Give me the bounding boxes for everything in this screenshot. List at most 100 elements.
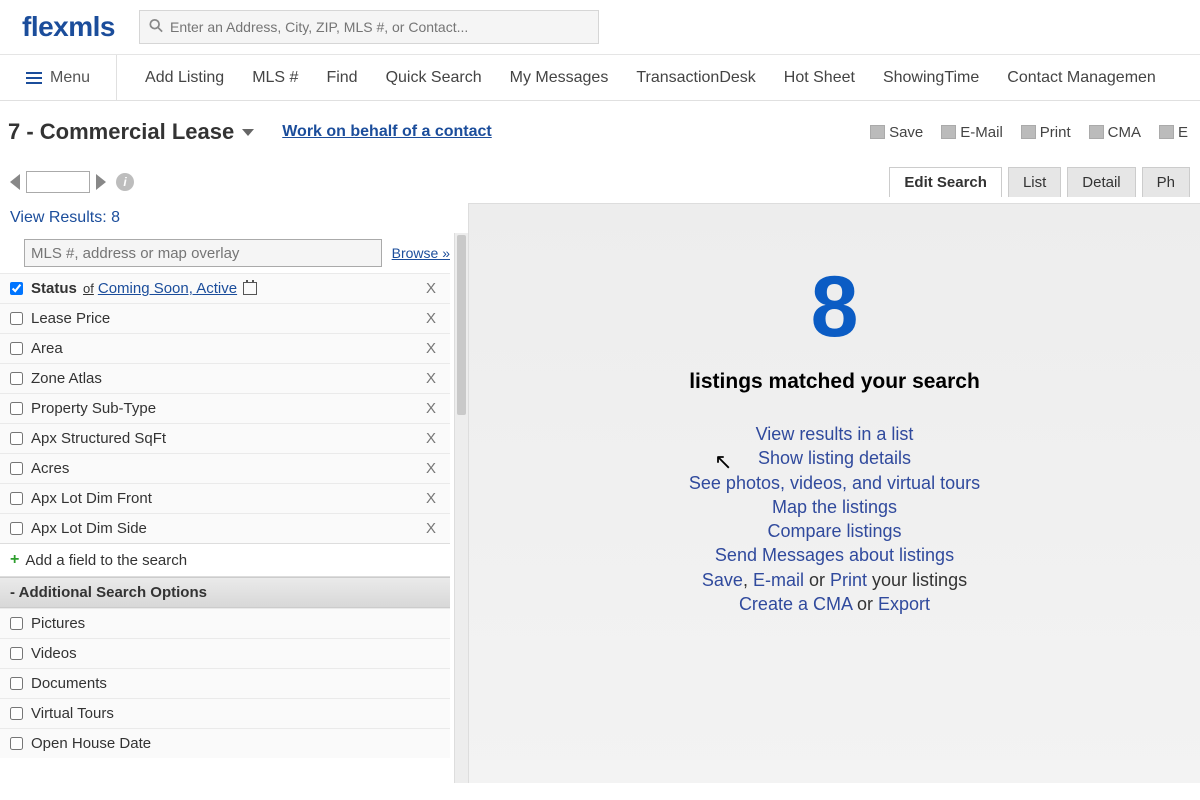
link-create-cma[interactable]: Create a CMA (739, 594, 852, 614)
remove-field[interactable]: X (422, 490, 440, 507)
print-action[interactable]: Print (1021, 124, 1071, 141)
link-send-messages[interactable]: Send Messages about listings (715, 545, 954, 565)
view-results[interactable]: View Results: 8 (0, 203, 468, 233)
search-panel: View Results: 8 Browse » Status of Comin… (0, 203, 468, 783)
hamburger-icon (26, 72, 42, 84)
remove-field[interactable]: X (422, 430, 440, 447)
topbar: flexmls (0, 0, 1200, 55)
cma-action[interactable]: CMA (1089, 124, 1141, 141)
browse-link[interactable]: Browse » (392, 245, 450, 261)
link-save[interactable]: Save (702, 570, 743, 590)
results-panel: 8 listings matched your search View resu… (468, 203, 1200, 783)
nav-transactiondesk[interactable]: TransactionDesk (636, 69, 755, 87)
field-label: Videos (31, 645, 77, 662)
nav-contact-management[interactable]: Contact Managemen (1007, 69, 1156, 87)
status-values-link[interactable]: Coming Soon, Active (98, 280, 237, 297)
remove-field[interactable]: X (422, 310, 440, 327)
email-action[interactable]: E-Mail (941, 124, 1003, 141)
nav-hot-sheet[interactable]: Hot Sheet (784, 69, 855, 87)
nav-my-messages[interactable]: My Messages (510, 69, 609, 87)
tab-detail[interactable]: Detail (1067, 167, 1135, 197)
lot-dim-side-checkbox[interactable] (10, 522, 23, 535)
context-title-wrap[interactable]: 7 - Commercial Lease (8, 119, 254, 145)
mls-input[interactable] (24, 239, 382, 267)
acres-checkbox[interactable] (10, 462, 23, 475)
print-label: Print (1040, 124, 1071, 141)
nav-mls-number[interactable]: MLS # (252, 69, 298, 87)
add-field-row[interactable]: + Add a field to the search (0, 543, 450, 577)
field-lot-dim-side: Apx Lot Dim SideX (0, 513, 450, 543)
tab-list[interactable]: List (1008, 167, 1061, 197)
tab-photos[interactable]: Ph (1142, 167, 1190, 197)
nav-quick-search[interactable]: Quick Search (386, 69, 482, 87)
link-print[interactable]: Print (830, 570, 867, 590)
zone-atlas-checkbox[interactable] (10, 372, 23, 385)
tabs: Edit Search List Detail Ph (889, 167, 1190, 197)
property-subtype-checkbox[interactable] (10, 402, 23, 415)
logo: flexmls (22, 11, 115, 43)
calendar-icon[interactable] (243, 282, 257, 295)
next-arrow-icon[interactable] (96, 174, 106, 190)
link-export[interactable]: Export (878, 594, 930, 614)
chevron-down-icon (242, 129, 254, 136)
additional-header[interactable]: - Additional Search Options (0, 577, 450, 608)
field-label: Zone Atlas (31, 370, 102, 387)
cma-icon (1089, 125, 1104, 139)
save-icon (870, 125, 885, 139)
remove-status[interactable]: X (422, 280, 440, 297)
remove-field[interactable]: X (422, 520, 440, 537)
add-field-label: Add a field to the search (25, 552, 187, 569)
behalf-link[interactable]: Work on behalf of a contact (282, 123, 492, 141)
videos-checkbox[interactable] (10, 647, 23, 660)
nav-add-listing[interactable]: Add Listing (145, 69, 224, 87)
link-view-list[interactable]: View results in a list (756, 424, 914, 444)
info-icon[interactable]: i (116, 173, 134, 191)
navbar: Menu Add Listing MLS # Find Quick Search… (0, 55, 1200, 101)
tab-edit-search[interactable]: Edit Search (889, 167, 1002, 197)
view-results-label: View Results: (10, 209, 107, 226)
area-checkbox[interactable] (10, 342, 23, 355)
link-email[interactable]: E-mail (753, 570, 804, 590)
scrollbar[interactable] (454, 233, 468, 783)
context-title: 7 - Commercial Lease (8, 119, 234, 145)
link-map-listings[interactable]: Map the listings (772, 497, 897, 517)
save-action[interactable]: Save (870, 124, 923, 141)
field-area: AreaX (0, 333, 450, 363)
structured-sqft-checkbox[interactable] (10, 432, 23, 445)
pictures-checkbox[interactable] (10, 617, 23, 630)
menu-button[interactable]: Menu (0, 55, 117, 100)
export-action[interactable]: E (1159, 124, 1188, 141)
remove-field[interactable]: X (422, 340, 440, 357)
virtual-tours-checkbox[interactable] (10, 707, 23, 720)
field-zone-atlas: Zone Atlas X (0, 363, 450, 393)
page-input[interactable] (26, 171, 90, 193)
status-label-text: Status of (31, 280, 96, 297)
status-checkbox[interactable] (10, 282, 23, 295)
remove-field[interactable]: X (422, 400, 440, 417)
save-label: Save (889, 124, 923, 141)
global-search-input[interactable] (139, 10, 599, 44)
lot-dim-front-checkbox[interactable] (10, 492, 23, 505)
field-virtual-tours: Virtual Tours (0, 698, 450, 728)
nav-showingtime[interactable]: ShowingTime (883, 69, 979, 87)
search-scroll: Browse » Status of Coming Soon, Active X… (0, 233, 468, 783)
link-compare[interactable]: Compare listings (767, 521, 901, 541)
pager-row: i Edit Search List Detail Ph (0, 167, 1200, 203)
plus-icon: + (10, 551, 19, 569)
scrollbar-thumb[interactable] (457, 235, 466, 415)
prev-arrow-icon[interactable] (10, 174, 20, 190)
link-see-photos[interactable]: See photos, videos, and virtual tours (689, 473, 980, 493)
results-caption: listings matched your search (469, 370, 1200, 394)
remove-field[interactable]: X (422, 370, 440, 387)
export-label: E (1178, 124, 1188, 141)
remove-field[interactable]: X (422, 460, 440, 477)
context-row: 7 - Commercial Lease Work on behalf of a… (0, 101, 1200, 167)
split-pane: View Results: 8 Browse » Status of Comin… (0, 203, 1200, 783)
documents-checkbox[interactable] (10, 677, 23, 690)
link-show-details[interactable]: Show listing details (758, 448, 911, 468)
nav-find[interactable]: Find (326, 69, 357, 87)
field-acres: AcresX (0, 453, 450, 483)
lease-price-checkbox[interactable] (10, 312, 23, 325)
results-summary: 8 listings matched your search View resu… (469, 264, 1200, 616)
open-house-date-checkbox[interactable] (10, 737, 23, 750)
